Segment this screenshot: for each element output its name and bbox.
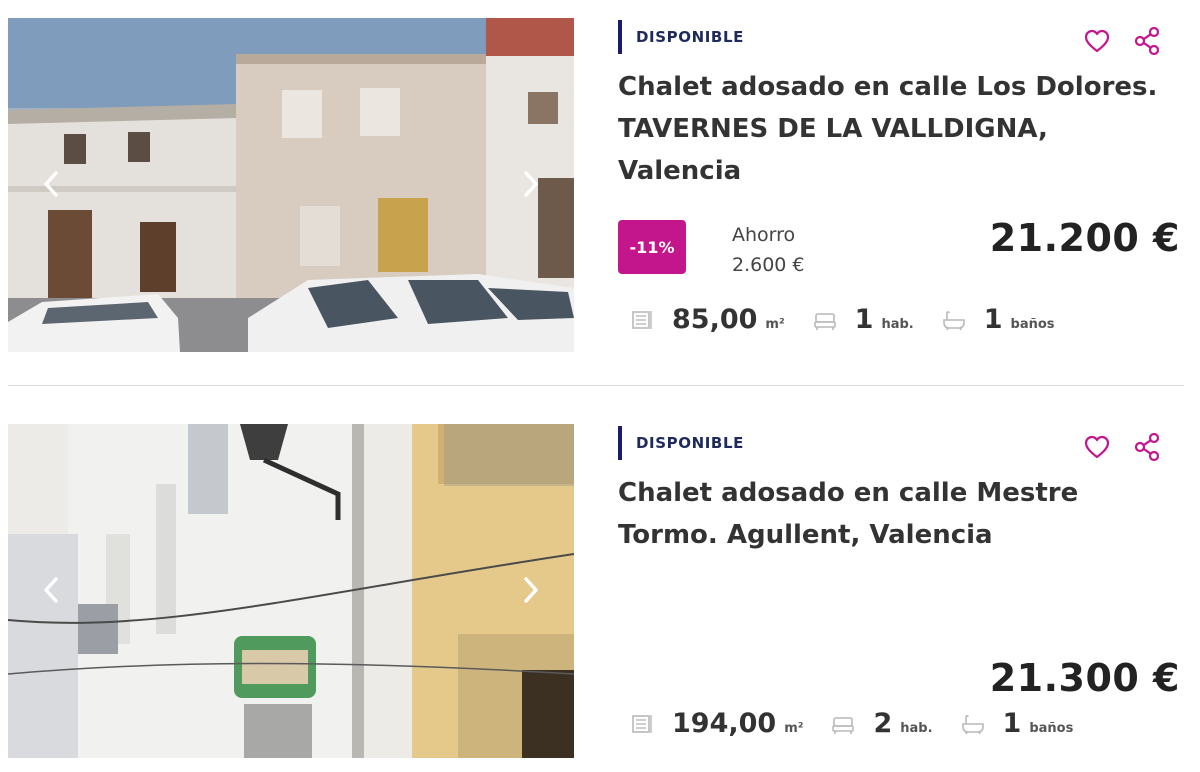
rooms-unit: hab. [881,317,914,332]
bath-icon [942,310,965,330]
listing-actions [1082,432,1162,462]
features: 194,00 m² 2 hab. 1 baños [630,708,1101,739]
rooms-value: 1 [854,304,874,335]
chevron-left-icon [44,577,58,603]
features: 85,00 m² 1 hab. 1 baños [630,304,1083,335]
share-button[interactable] [1132,26,1162,56]
chevron-left-icon [44,171,58,197]
saving-label: Ahorro [732,224,796,246]
bed-icon [832,716,855,734]
listing-title[interactable]: Chalet adosado en calle Los Dolores. TAV… [618,66,1178,192]
next-photo-button[interactable] [516,166,546,202]
rooms-unit: hab. [900,721,933,736]
heart-icon [1084,435,1110,459]
divider [8,385,1184,386]
feature-baths: 1 baños [961,708,1074,739]
price: 21.200 € [989,216,1180,260]
listing-photo[interactable] [8,18,574,352]
baths-unit: baños [1010,317,1055,332]
area-icon [632,714,652,733]
heart-icon [1084,29,1110,53]
area-value: 194,00 [672,708,777,739]
listing-info: DISPONIBLE Chalet adosado en calle Mestr… [618,424,1188,758]
listing-info: DISPONIBLE Chalet adosado en calle Los D… [618,18,1188,352]
listing-card[interactable]: DISPONIBLE Chalet adosado en calle Los D… [0,18,1200,352]
status-badge: DISPONIBLE [618,20,744,54]
rooms-value: 2 [873,708,893,739]
next-photo-button[interactable] [516,572,546,608]
feature-rooms: 1 hab. [813,304,914,335]
previous-photo-button[interactable] [36,572,66,608]
area-unit: m² [765,317,785,332]
listing-title[interactable]: Chalet adosado en calle Mestre Tormo. Ag… [618,472,1178,556]
share-icon [1134,432,1160,462]
price: 21.300 € [989,656,1180,700]
baths-unit: baños [1029,721,1074,736]
feature-baths: 1 baños [942,304,1055,335]
listing-photo[interactable] [8,424,574,758]
favorite-button[interactable] [1082,432,1112,462]
discount-badge: -11% [618,220,686,274]
chevron-right-icon [524,577,538,603]
feature-rooms: 2 hab. [831,708,933,739]
listing-actions [1082,26,1162,56]
baths-value: 1 [983,304,1003,335]
area-icon [632,310,652,329]
bed-icon [813,312,836,330]
chevron-right-icon [524,171,538,197]
favorite-button[interactable] [1082,26,1112,56]
baths-value: 1 [1002,708,1022,739]
status-badge: DISPONIBLE [618,426,744,460]
feature-area: 85,00 m² [630,304,785,335]
saving-block: Ahorro 2.600 € [732,220,805,280]
listing-card[interactable]: DISPONIBLE Chalet adosado en calle Mestr… [0,424,1200,758]
area-value: 85,00 [672,304,758,335]
saving-value: 2.600 € [732,254,805,276]
feature-area: 194,00 m² [630,708,803,739]
share-icon [1134,26,1160,56]
bath-icon [961,714,984,734]
area-unit: m² [784,721,804,736]
previous-photo-button[interactable] [36,166,66,202]
share-button[interactable] [1132,432,1162,462]
